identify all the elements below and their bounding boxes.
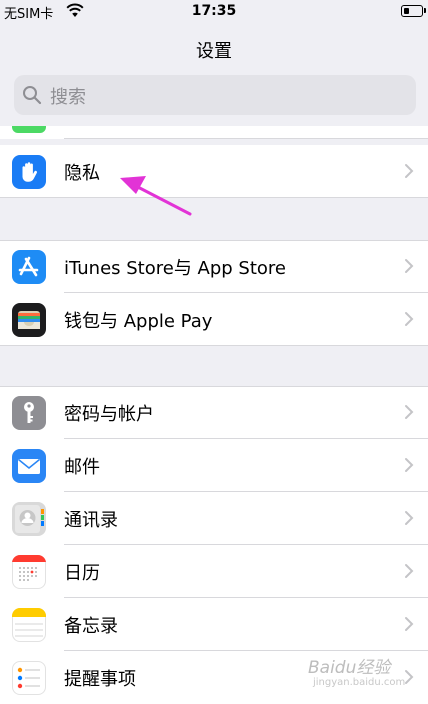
search-placeholder: 搜索 [50,87,86,108]
chevron-right-icon [405,511,414,525]
battery-icon [401,5,423,17]
calendar-icon [12,555,46,589]
chevron-right-icon [405,564,414,578]
settings-row-label: 提醒事项 [64,669,136,690]
chevron-right-icon [405,458,414,472]
annotation-arrow-icon [120,176,192,216]
privacy-hand-icon [12,155,46,189]
search-icon [23,86,42,105]
settings-row-calendar[interactable]: 日历 [0,545,428,598]
reminders-icon [12,661,46,695]
page-title: 设置 [196,41,232,62]
settings-row-label: iTunes Store与 App Store [64,258,287,279]
settings-row-privacy[interactable]: 隐私 [0,145,428,198]
key-icon [12,396,46,430]
mail-icon [12,449,46,483]
settings-row-label: 日历 [64,563,100,584]
settings-row-wallet-apple-pay[interactable]: 钱包与 Apple Pay [0,293,428,346]
settings-row-label: 通讯录 [64,510,118,531]
settings-group-store: iTunes Store与 App Store 钱包与 Apple Pay [0,240,428,346]
search-input[interactable]: 搜索 [14,75,416,115]
settings-row-notes[interactable]: 备忘录 [0,598,428,651]
settings-row-label: 隐私 [64,163,100,184]
settings-row-itunes-app-store[interactable]: iTunes Store与 App Store [0,240,428,293]
settings-row-label: 密码与帐户 [64,404,154,425]
wallet-icon [12,303,46,337]
settings-row-label: 邮件 [64,457,100,478]
settings-row-mail[interactable]: 邮件 [0,439,428,492]
battery-tip [424,8,426,13]
chevron-right-icon [405,259,414,273]
chevron-right-icon [405,405,414,419]
settings-row-label: 备忘录 [64,616,118,637]
settings-row-contacts[interactable]: 通讯录 [0,492,428,545]
chevron-right-icon [405,617,414,631]
chevron-right-icon [405,164,414,178]
notes-icon [12,608,46,642]
status-bar: 无SIM卡 17:35 [0,0,428,24]
settings-row-passwords-accounts[interactable]: 密码与帐户 [0,386,428,439]
settings-row-label: 钱包与 Apple Pay [64,311,213,332]
previous-row-peek [0,126,428,139]
chevron-right-icon [405,312,414,326]
contacts-icon [12,502,46,536]
clock: 17:35 [191,3,237,19]
watermark-url: jingyan.baidu.com [313,677,406,688]
app-store-icon [12,250,46,284]
watermark: Baidu经验 [308,658,391,678]
previous-row-icon [12,126,46,133]
settings-group-privacy: 隐私 [0,145,428,198]
